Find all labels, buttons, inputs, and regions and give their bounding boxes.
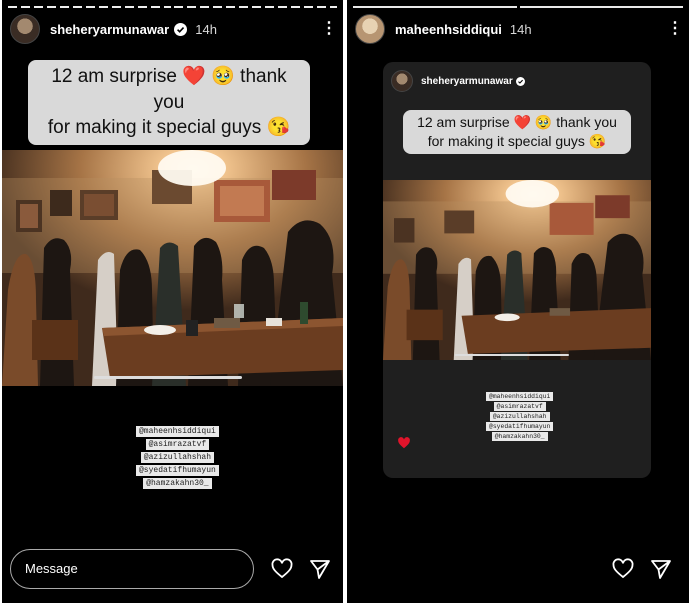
- avatar[interactable]: [10, 14, 40, 44]
- username[interactable]: maheenhsiddiqui: [395, 22, 502, 37]
- paper-plane-icon[interactable]: [649, 557, 673, 581]
- red-heart-icon: [398, 437, 410, 449]
- video-scrubber[interactable]: [455, 354, 569, 356]
- video-scrubber[interactable]: [94, 376, 242, 379]
- caption-text: 12 am surprise: [51, 66, 177, 87]
- verified-badge-icon: [174, 22, 188, 36]
- party-photo-image: [2, 150, 343, 386]
- mention-tag[interactable]: @asimrazatvf: [145, 439, 210, 450]
- verified-badge-icon: [515, 76, 525, 86]
- caption-text-line2: for making it special guys 😘: [427, 132, 607, 149]
- mention-tag[interactable]: @hamzakahn30_: [491, 432, 548, 441]
- paper-plane-icon[interactable]: [308, 557, 332, 581]
- story-photo: [2, 150, 343, 386]
- caption-text-tail: 🥹 thank you: [534, 114, 617, 130]
- avatar[interactable]: [391, 70, 413, 92]
- more-options-icon[interactable]: ⋮: [667, 21, 683, 37]
- story-progress-bar: [353, 6, 683, 8]
- caption-text-line2: for making it special guys 😘: [47, 117, 291, 139]
- caption-heart-emoji: ❤️: [513, 114, 531, 130]
- story-header: maheenhsiddiqui 14h ⋮: [355, 12, 683, 46]
- story-progress-bar: [8, 6, 337, 8]
- party-photo-image: [383, 180, 651, 360]
- mention-tag[interactable]: @syedatifhumayun: [486, 422, 554, 431]
- mention-tag[interactable]: @azizullahshah: [140, 452, 215, 463]
- left-story-panel: sheheryarmunawar 14h ⋮ 12 am surprise ❤️…: [2, 0, 343, 603]
- left-reply-bar: Message: [2, 537, 343, 603]
- heart-icon[interactable]: [270, 557, 294, 581]
- caption-heart-emoji: ❤️: [182, 66, 206, 87]
- message-input[interactable]: Message: [10, 549, 254, 589]
- story-header: sheheryarmunawar 14h ⋮: [10, 12, 337, 46]
- mention-tag[interactable]: @maheenhsiddiqui: [486, 392, 554, 401]
- post-time: 14h: [195, 21, 217, 37]
- story-photo: [383, 180, 651, 360]
- avatar[interactable]: [355, 14, 385, 44]
- mention-tag[interactable]: @syedatifhumayun: [136, 465, 219, 476]
- right-reply-bar: [347, 537, 689, 603]
- right-story-panel: maheenhsiddiqui 14h ⋮ sheheryarmunawar 1…: [347, 0, 689, 603]
- mention-tag[interactable]: @asimrazatvf: [493, 402, 546, 411]
- shared-story-card[interactable]: sheheryarmunawar 12 am surprise ❤️ 🥹 tha…: [383, 62, 651, 478]
- mention-tag[interactable]: @maheenhsiddiqui: [136, 426, 219, 437]
- username[interactable]: sheheryarmunawar: [50, 22, 169, 37]
- more-options-icon[interactable]: ⋮: [321, 21, 337, 37]
- mention-tag[interactable]: @azizullahshah: [489, 412, 550, 421]
- mention-tag[interactable]: @hamzakahn30_: [143, 478, 212, 489]
- post-time: 14h: [509, 21, 532, 37]
- story-caption: 12 am surprise ❤️ 🥹 thank you for making…: [28, 60, 310, 145]
- story-caption: 12 am surprise ❤️ 🥹 thank you for making…: [403, 110, 631, 154]
- caption-text: 12 am surprise: [417, 114, 510, 130]
- mention-stickers: @maheenhsiddiqui @asimrazatvf @azizullah…: [136, 426, 219, 491]
- shared-username[interactable]: sheheryarmunawar: [421, 76, 513, 87]
- heart-icon[interactable]: [611, 557, 635, 581]
- mention-stickers: @maheenhsiddiqui @asimrazatvf @azizullah…: [486, 392, 554, 442]
- shared-story-header: sheheryarmunawar: [391, 70, 525, 92]
